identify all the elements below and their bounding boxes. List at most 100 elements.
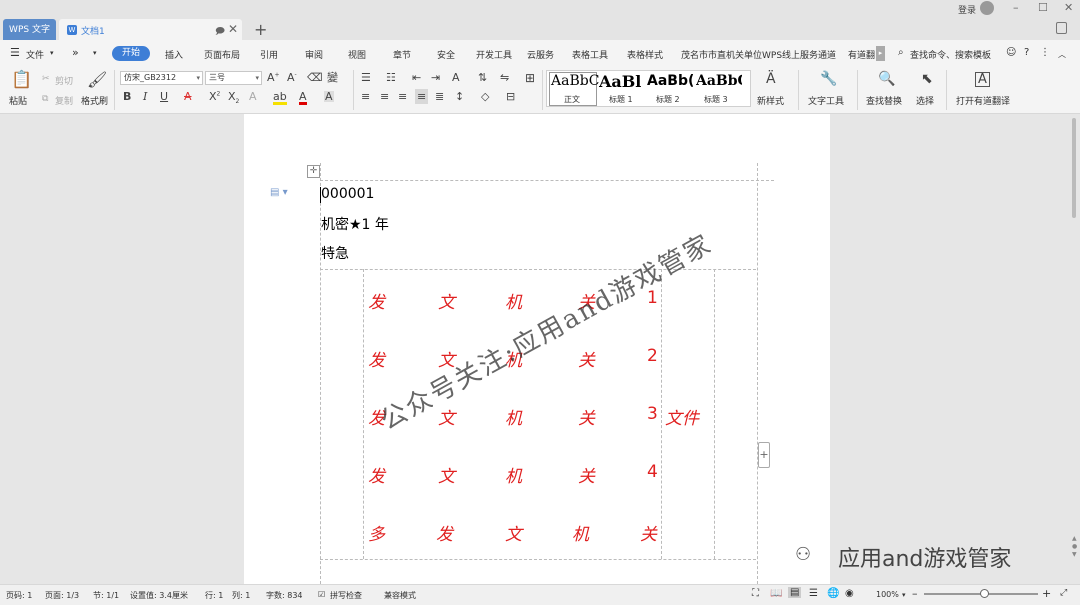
status-row[interactable]: 行: 1 (205, 590, 223, 601)
paste-icon[interactable]: 📋 (11, 72, 32, 89)
new-tab-button[interactable]: + (254, 20, 267, 39)
status-pages[interactable]: 页面: 1/3 (45, 590, 79, 601)
tab-comment-icon[interactable]: 🗩 (215, 24, 225, 40)
wrench-icon[interactable]: 🔧 (820, 72, 837, 86)
grow-font-icon[interactable]: A+ (267, 72, 280, 83)
find-icon[interactable]: 🔍 (878, 72, 895, 86)
font-color-icon[interactable]: A (299, 91, 307, 105)
paragraph-menu-icon[interactable]: ▤ ▾ (270, 187, 288, 198)
text-tools-button[interactable]: 文字工具 (808, 94, 844, 107)
scrollbar-thumb[interactable] (1072, 118, 1076, 218)
search-icon[interactable]: ⌕ (898, 47, 904, 58)
menu-file[interactable]: 文件 (26, 48, 44, 61)
text-effect-icon[interactable]: A (249, 91, 257, 102)
sidebar-toggle-icon[interactable] (1056, 22, 1067, 34)
red-char[interactable]: 发 (368, 346, 385, 371)
zoom-level[interactable]: 100% (876, 590, 899, 599)
tab-review[interactable]: 审阅 (305, 48, 323, 61)
zoom-dropdown-icon[interactable]: ▾ (902, 591, 906, 599)
login-link[interactable]: 登录 (958, 3, 976, 16)
tab-insert[interactable]: 插入 (165, 48, 183, 61)
table-move-handle-icon[interactable]: ✛ (307, 165, 320, 178)
shrink-font-icon[interactable]: A- (287, 72, 297, 83)
feedback-icon[interactable]: ☺ (1006, 47, 1016, 58)
tab-youdao[interactable]: 有道翻 (848, 48, 875, 61)
row-number[interactable]: 4 (647, 462, 658, 482)
tab-security[interactable]: 安全 (437, 48, 455, 61)
style-preview-heading2[interactable]: AaBb( (647, 73, 693, 89)
tab-references[interactable]: 引用 (260, 48, 278, 61)
restore-button[interactable]: ☐ (1038, 1, 1048, 14)
status-setting[interactable]: 设置值: 3.4厘米 (130, 590, 188, 601)
fullscreen-icon[interactable]: ⛶ (752, 588, 759, 599)
red-char[interactable]: 关 (578, 404, 595, 429)
red-char[interactable]: 文 (505, 520, 522, 545)
tab-home[interactable]: 开始 (112, 46, 150, 61)
bullet-list-icon[interactable]: ☰ (361, 72, 371, 83)
status-page-number[interactable]: 页码: 1 (6, 590, 32, 601)
align-center-icon[interactable]: ≡ (380, 91, 389, 102)
status-word-count[interactable]: 字数: 834 (266, 590, 303, 601)
distribute-icon[interactable]: ≣ (435, 91, 444, 102)
menu-scroll-icon[interactable]: ▸ (876, 46, 885, 61)
tab-cloud[interactable]: 云服务 (527, 48, 554, 61)
new-style-button[interactable]: 新样式 (757, 94, 784, 107)
cut-icon[interactable]: ✂ (42, 74, 50, 84)
zoom-in-button[interactable]: + (1042, 587, 1051, 600)
cut-button[interactable]: 剪切 (55, 74, 73, 87)
red-char[interactable]: 关 (578, 346, 595, 371)
paste-button[interactable]: 粘贴 (9, 94, 27, 107)
command-search[interactable]: 查找命令、搜索模板 (910, 48, 991, 61)
pinyin-icon[interactable]: 變 (327, 72, 338, 83)
help-icon[interactable]: ? (1024, 47, 1029, 58)
new-style-icon[interactable]: Ä (766, 72, 776, 86)
doc-classification[interactable]: 机密★1 年 (321, 214, 389, 234)
shading-icon[interactable]: ◇ (481, 91, 489, 102)
web-view-icon[interactable]: 🌐 (827, 588, 839, 599)
red-char[interactable]: 机 (572, 520, 589, 545)
close-button[interactable]: ✕ (1064, 1, 1073, 14)
subscript-icon[interactable]: X2 (228, 91, 239, 105)
tab-layout[interactable]: 页面布局 (204, 48, 240, 61)
document-tab[interactable]: W 文档1 🗩 ✕ (59, 19, 242, 41)
show-marks-icon[interactable]: ⇋ (500, 72, 509, 83)
numbered-list-icon[interactable]: ☷ (386, 72, 396, 83)
tab-table-tools[interactable]: 表格工具 (572, 48, 608, 61)
red-char[interactable]: 关 (578, 462, 595, 487)
font-size-select[interactable]: 三号 ▾ (205, 71, 262, 85)
underline-icon[interactable]: U (160, 91, 168, 102)
chevron-down-icon[interactable]: ▾ (50, 49, 54, 57)
sort-icon[interactable]: ⇅ (478, 72, 487, 83)
page-nav-icon[interactable]: ▲ ● ▼ (1072, 535, 1077, 559)
tab-service-channel[interactable]: 茂名市市直机关单位WPS线上服务通道 (681, 48, 836, 61)
doc-serial-number[interactable]: 000001 (321, 186, 374, 202)
strikethrough-icon[interactable]: A (184, 91, 192, 102)
font-name-select[interactable]: 仿宋_GB2312 ▾ (120, 71, 203, 85)
file-suffix[interactable]: 文件 (665, 404, 699, 429)
italic-icon[interactable]: I (143, 91, 147, 102)
format-painter-icon[interactable]: 🖌 (87, 72, 107, 88)
minimize-button[interactable]: – (1013, 1, 1019, 14)
clear-format-icon[interactable]: ⌫ (307, 72, 323, 83)
app-tab[interactable]: WPS 文字 (3, 19, 56, 41)
red-char[interactable]: 文 (438, 462, 455, 487)
customize-icon[interactable]: ▾ (93, 49, 97, 57)
red-char[interactable]: 文 (438, 288, 455, 313)
status-section[interactable]: 节: 1/1 (93, 590, 119, 601)
red-char[interactable]: 多 (368, 520, 385, 545)
eye-protect-icon[interactable]: ◉ (845, 588, 854, 599)
translate-icon[interactable]: A (975, 72, 990, 87)
superscript-icon[interactable]: X2 (209, 91, 220, 102)
red-char[interactable]: 关 (640, 520, 657, 545)
red-char[interactable]: 机 (505, 462, 522, 487)
table-grid-icon[interactable]: ⊞ (525, 72, 535, 84)
increase-indent-icon[interactable]: ⇥ (431, 72, 440, 83)
select-button[interactable]: 选择 (916, 94, 934, 107)
tab-chapter[interactable]: 章节 (393, 48, 411, 61)
red-char[interactable]: 发 (436, 520, 453, 545)
status-col[interactable]: 列: 1 (232, 590, 250, 601)
outline-view-icon[interactable]: ☰ (809, 588, 818, 599)
zoom-slider-handle[interactable] (980, 589, 989, 598)
bold-icon[interactable]: B (123, 91, 131, 102)
fit-page-icon[interactable]: ⤢ (1060, 588, 1067, 598)
